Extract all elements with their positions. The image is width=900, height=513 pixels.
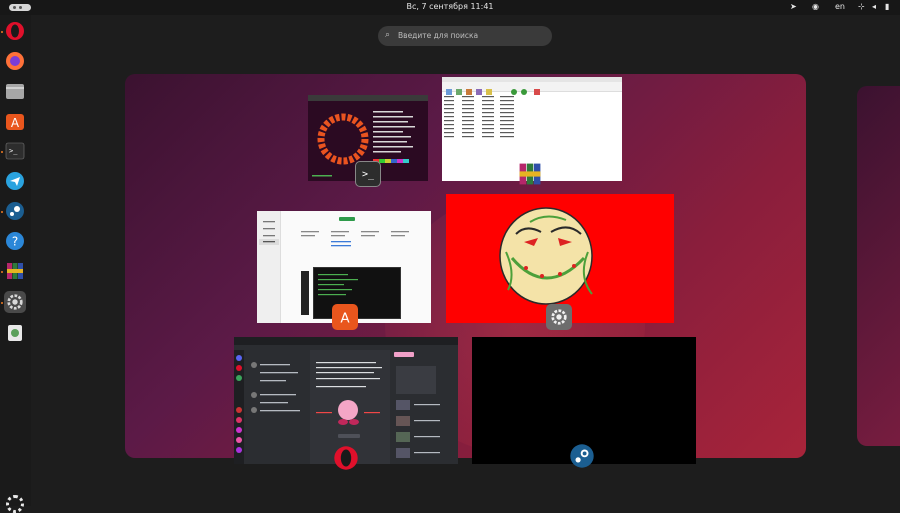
language-indicator[interactable]: en [835, 2, 845, 11]
files-icon[interactable] [4, 80, 26, 102]
app-center-icon[interactable]: A [4, 110, 26, 132]
settings-app-icon [546, 304, 572, 330]
running-indicator [1, 302, 3, 304]
embedded-terminal-output [318, 274, 358, 296]
running-indicator [1, 211, 3, 213]
opera-icon[interactable] [4, 20, 26, 42]
search-input[interactable]: ⌕ Введите для поиска [378, 26, 552, 46]
opera-app-icon [333, 445, 359, 471]
terminal-prompt: >_ [361, 168, 375, 180]
side-panel-thumbnails [394, 352, 440, 458]
battery-icon[interactable]: ▮ [885, 2, 889, 11]
running-indicator [1, 271, 3, 273]
terminal-icon[interactable]: >_ [4, 140, 26, 162]
search-icon: ⌕ [385, 30, 391, 40]
ubuntu-logo-icon[interactable] [6, 495, 24, 513]
telegram-icon[interactable] [4, 170, 26, 192]
search-placeholder: Введите для поиска [398, 31, 479, 40]
dock: A >_ ? [0, 15, 31, 513]
embedded-sidebar-strip [301, 271, 309, 315]
steam-icon[interactable] [4, 200, 26, 222]
network-icon[interactable]: ⊹ [858, 2, 865, 11]
winrar-app-icon [517, 161, 543, 187]
steam-tray-icon[interactable]: ◉ [812, 2, 819, 11]
svg-text:A: A [11, 116, 20, 130]
svg-text:?: ? [12, 235, 18, 249]
firefox-icon[interactable] [4, 50, 26, 72]
svg-text:A: A [340, 310, 350, 326]
terminal-app-icon: >_ [355, 161, 381, 187]
winrar-toolbar [442, 82, 622, 95]
volume-icon[interactable]: ◂ [872, 2, 876, 11]
steam-app-icon [569, 443, 595, 469]
app-center-app-icon: A [332, 304, 358, 330]
app-center-sidebar [257, 211, 281, 323]
winrar-icon[interactable] [4, 260, 26, 282]
opera-sidebar [234, 350, 244, 464]
app-center-content [301, 217, 409, 247]
discord-channel-list [244, 350, 310, 464]
sidebar-items [259, 221, 279, 245]
telegram-tray-icon[interactable]: ➤ [790, 2, 797, 11]
discord-side-panel [390, 350, 458, 464]
clock[interactable]: Вс, 7 сентября 11:41 [0, 2, 900, 11]
help-icon[interactable]: ? [4, 230, 26, 252]
channel-list-items [251, 362, 300, 413]
running-indicator [1, 31, 3, 33]
top-bar: Вс, 7 сентября 11:41 ➤ ◉ en ⊹ ◂ ▮ [0, 0, 900, 15]
trash-icon[interactable] [4, 321, 26, 343]
browser-tabbar [234, 337, 458, 345]
svg-text:>_: >_ [9, 147, 18, 155]
running-indicator [1, 151, 3, 153]
workspace-preview-next[interactable] [857, 86, 900, 446]
sidebar-server-icons [236, 355, 242, 453]
settings-icon[interactable] [4, 291, 26, 313]
